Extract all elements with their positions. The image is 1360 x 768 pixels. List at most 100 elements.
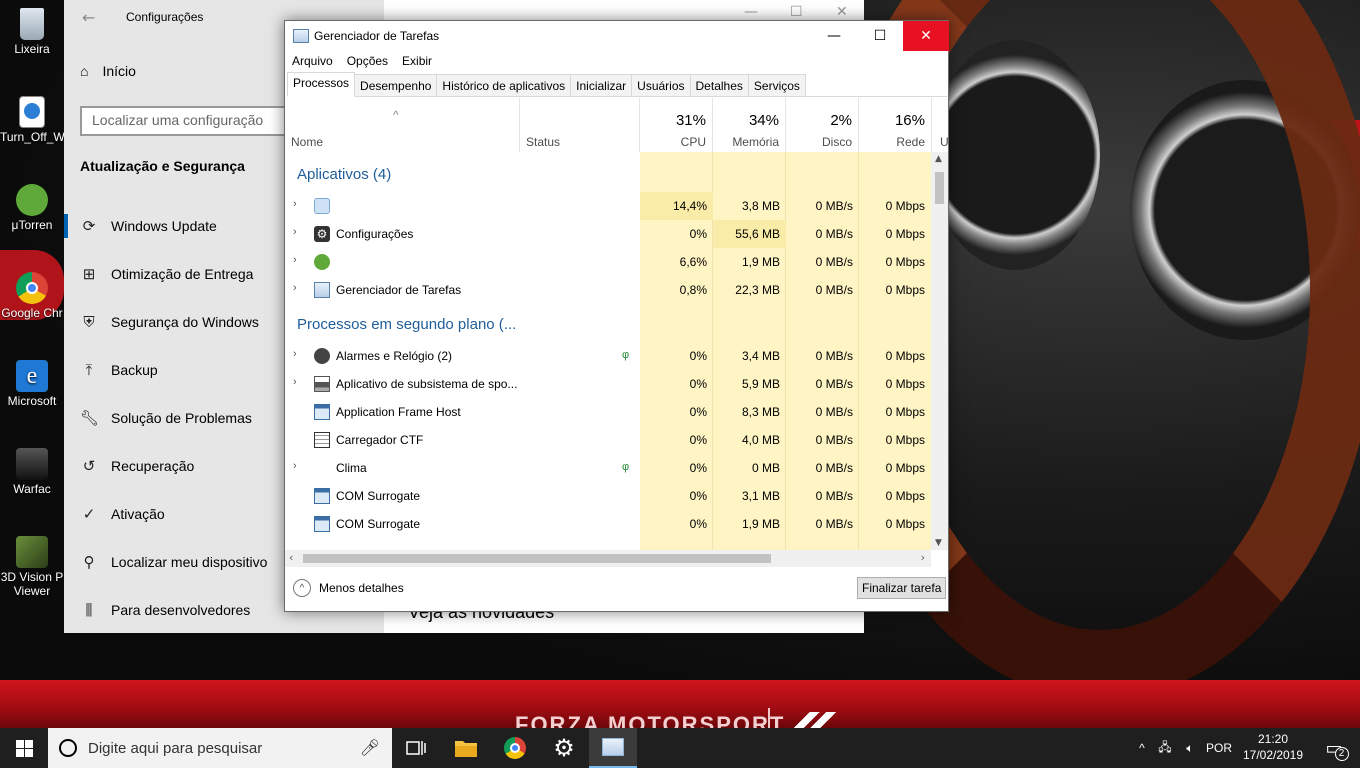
menu-view[interactable]: Exibir bbox=[395, 52, 439, 72]
process-name: Configurações bbox=[336, 227, 414, 241]
network-icon[interactable]: 🖧︎ bbox=[1152, 738, 1178, 759]
tab-performance[interactable]: Desempenho bbox=[354, 74, 438, 96]
expand-chevron-icon[interactable]: › bbox=[293, 198, 303, 210]
table-row[interactable]: Carregador CTF 0% 4,0 MB 0 MB/s 0 Mbps bbox=[285, 426, 931, 454]
task-manager-icon bbox=[602, 738, 624, 756]
taskbar-chrome[interactable] bbox=[491, 728, 539, 768]
app-window-icon bbox=[314, 404, 330, 420]
scroll-up-icon[interactable]: ▲ bbox=[935, 154, 942, 164]
expand-chevron-icon[interactable]: › bbox=[293, 226, 303, 238]
process-disk: 0 MB/s bbox=[815, 349, 853, 363]
wallpaper-separator bbox=[768, 708, 770, 728]
volume-icon[interactable]: 🔈︎ bbox=[1178, 741, 1202, 756]
column-header-network[interactable]: 16% Rede bbox=[859, 98, 932, 152]
process-name: Aplicativo de subsistema de spo... bbox=[336, 377, 518, 391]
taskbar-clock[interactable]: 21:20 17/02/2019 bbox=[1240, 731, 1306, 763]
column-header-extra[interactable]: U bbox=[932, 98, 948, 152]
gear-icon: ⚙ bbox=[553, 734, 575, 762]
task-manager-window: Gerenciador de Tarefas — ☐ ✕ Arquivo Opç… bbox=[284, 20, 949, 612]
vertical-scrollbar[interactable]: ▲ ▼ bbox=[931, 152, 948, 550]
tab-details[interactable]: Detalhes bbox=[689, 74, 749, 96]
tab-users[interactable]: Usuários bbox=[631, 74, 691, 96]
desktop-icon-recycle-bin[interactable]: Lixeira bbox=[0, 8, 64, 56]
horizontal-scroll-thumb[interactable] bbox=[303, 554, 771, 563]
tab-app-history[interactable]: Histórico de aplicativos bbox=[436, 74, 572, 96]
expand-chevron-icon[interactable]: › bbox=[293, 282, 303, 294]
column-header-disk[interactable]: 2% Disco bbox=[786, 98, 859, 152]
table-row[interactable]: › 6,6% 1,9 MB 0 MB/s 0 Mbps bbox=[285, 248, 931, 276]
column-header-cpu[interactable]: 31% CPU bbox=[640, 98, 713, 152]
wallpaper-logo bbox=[790, 712, 840, 728]
expand-chevron-icon[interactable]: › bbox=[293, 254, 303, 266]
expand-chevron-icon[interactable]: › bbox=[293, 348, 303, 360]
column-header-label: Status bbox=[526, 135, 561, 149]
fewer-details-button[interactable]: ^ Menos detalhes bbox=[293, 579, 404, 597]
desktop-icon-warface[interactable]: Warfac bbox=[0, 448, 64, 496]
desktop-icon-utorrent[interactable]: μTorren bbox=[0, 184, 64, 232]
table-row[interactable]: Application Frame Host 0% 8,3 MB 0 MB/s … bbox=[285, 398, 931, 426]
taskbar-task-manager[interactable] bbox=[589, 728, 637, 768]
printer-icon bbox=[314, 376, 330, 392]
close-button[interactable]: ✕ bbox=[903, 21, 949, 51]
taskbar-settings[interactable]: ⚙ bbox=[540, 728, 588, 768]
settings-nav-label: Solução de Problemas bbox=[111, 410, 252, 426]
table-row[interactable]: › Gerenciador de Tarefas 0,8% 22,3 MB 0 … bbox=[285, 276, 931, 304]
start-button[interactable] bbox=[0, 728, 48, 768]
horizontal-scrollbar[interactable]: ‹ › bbox=[285, 550, 931, 567]
backup-icon: ⤒ bbox=[85, 361, 93, 379]
desktop-icon-label: Turn_Off_W bbox=[0, 130, 64, 144]
language-indicator[interactable]: POR bbox=[1202, 741, 1236, 755]
table-row[interactable]: › ⚙ Configurações 0% 55,6 MB 0 MB/s 0 Mb… bbox=[285, 220, 931, 248]
desktop-icon-3d-vision[interactable]: 3D Vision P Viewer bbox=[0, 536, 64, 598]
action-center-button[interactable]: ▭ 2 bbox=[1314, 728, 1354, 768]
table-row[interactable]: › Aplicativo de subsistema de spo... 0% … bbox=[285, 370, 931, 398]
expand-chevron-icon[interactable]: › bbox=[293, 460, 303, 472]
settings-maximize-button[interactable]: ☐ bbox=[790, 4, 803, 20]
table-row[interactable]: COM Surrogate 0% 1,9 MB 0 MB/s 0 Mbps bbox=[285, 510, 931, 538]
table-row[interactable]: › Alarmes e Relógio (2) φ 0% 3,4 MB 0 MB… bbox=[285, 342, 931, 370]
minimize-button[interactable]: — bbox=[811, 21, 857, 51]
process-network: 0 Mbps bbox=[885, 489, 925, 503]
process-cpu: 0% bbox=[689, 517, 707, 531]
settings-nav-label: Localizar meu dispositivo bbox=[111, 554, 268, 570]
menu-file[interactable]: Arquivo bbox=[285, 52, 340, 72]
script-file-icon bbox=[19, 96, 45, 128]
vertical-scroll-thumb[interactable] bbox=[935, 172, 944, 204]
tab-processes[interactable]: Processos bbox=[287, 72, 356, 97]
table-row[interactable]: › Clima φ 0% 0 MB 0 MB/s 0 Mbps bbox=[285, 454, 931, 482]
tab-services[interactable]: Serviços bbox=[747, 74, 806, 96]
column-header-memory[interactable]: 34% Memória bbox=[713, 98, 786, 152]
group-header-apps[interactable]: Aplicativos (4) bbox=[297, 166, 391, 183]
process-name: Carregador CTF bbox=[336, 433, 424, 447]
desktop-icon-turn-off[interactable]: Turn_Off_W bbox=[0, 96, 64, 144]
end-task-button[interactable]: Finalizar tarefa bbox=[857, 577, 947, 599]
taskbar-search-box[interactable]: Digite aqui para pesquisar 🎤︎ bbox=[48, 728, 392, 768]
settings-nav-label: Segurança do Windows bbox=[111, 314, 259, 330]
expand-chevron-icon[interactable]: › bbox=[293, 376, 303, 388]
maximize-button[interactable]: ☐ bbox=[857, 21, 903, 51]
menu-options[interactable]: Opções bbox=[340, 52, 395, 72]
column-header-name[interactable]: ^ Nome bbox=[285, 98, 520, 152]
scroll-right-icon[interactable]: › bbox=[921, 551, 925, 564]
group-header-background[interactable]: Processos em segundo plano (... bbox=[297, 316, 516, 333]
task-manager-titlebar[interactable]: Gerenciador de Tarefas — ☐ ✕ bbox=[285, 21, 949, 51]
show-hidden-icons-chevron-icon[interactable]: ^ bbox=[1132, 741, 1152, 755]
chrome-icon bbox=[16, 272, 48, 304]
scroll-down-icon[interactable]: ▼ bbox=[935, 538, 942, 548]
settings-minimize-button[interactable]: — bbox=[744, 4, 758, 20]
back-arrow-icon[interactable]: ← bbox=[82, 8, 95, 27]
table-row[interactable]: › 14,4% 3,8 MB 0 MB/s 0 Mbps bbox=[285, 192, 931, 220]
process-disk: 0 MB/s bbox=[815, 433, 853, 447]
settings-gear-icon bbox=[314, 198, 330, 214]
scroll-left-icon[interactable]: ‹ bbox=[289, 551, 293, 564]
tab-startup[interactable]: Inicializar bbox=[570, 74, 633, 96]
settings-home-link[interactable]: ⌂ Início bbox=[80, 63, 136, 79]
desktop-icon-microsoft-edge[interactable]: e Microsoft bbox=[0, 360, 64, 408]
settings-close-button[interactable]: ✕ bbox=[836, 4, 848, 20]
column-header-status[interactable]: Status bbox=[520, 98, 640, 152]
taskbar-file-explorer[interactable] bbox=[442, 728, 490, 768]
desktop-icon-google-chrome[interactable]: Google Chr bbox=[0, 272, 64, 320]
task-view-button[interactable] bbox=[392, 728, 440, 768]
table-row[interactable]: COM Surrogate 0% 3,1 MB 0 MB/s 0 Mbps bbox=[285, 482, 931, 510]
microphone-icon[interactable]: 🎤︎ bbox=[360, 738, 380, 757]
